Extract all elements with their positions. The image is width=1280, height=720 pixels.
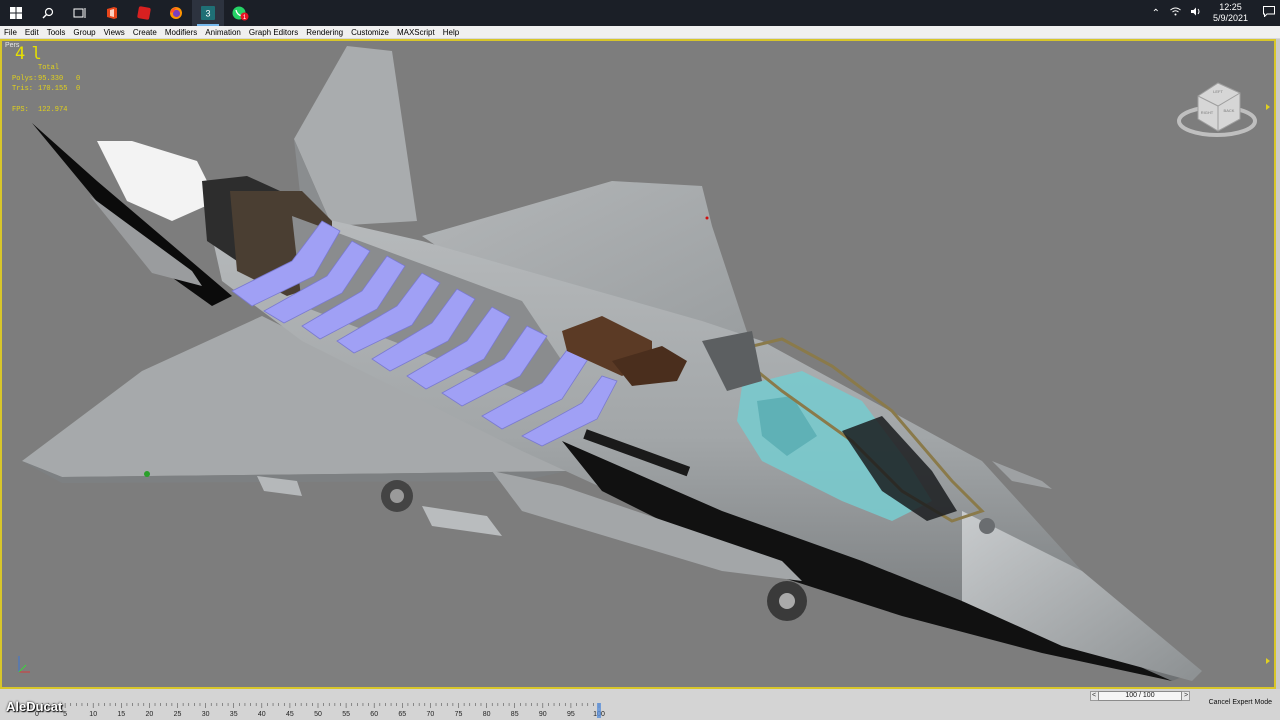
search-icon[interactable] [32, 0, 64, 26]
viewcube-left-label: LEFT [1213, 89, 1223, 94]
menu-help[interactable]: Help [439, 28, 463, 37]
timeline-tick-label: 50 [314, 711, 322, 718]
fps-label: FPS: [12, 105, 29, 114]
menu-graph-editors[interactable]: Graph Editors [245, 28, 302, 37]
timeline-tick-label: 85 [511, 711, 519, 718]
3dsmax-icon[interactable]: 3 [192, 0, 224, 26]
timeline-tick-label: 65 [398, 711, 406, 718]
polys-selected: 0 [76, 74, 81, 83]
stats-total-label: Total [38, 64, 60, 72]
network-icon[interactable] [1170, 7, 1181, 19]
system-tray: ⌃ 12:25 5/9/2021 [1147, 0, 1280, 26]
start-icon[interactable] [0, 0, 32, 26]
axis-tripod-icon [18, 656, 30, 673]
viewcube-back-label: BACK [1224, 108, 1235, 113]
timeline-tick-label: 80 [483, 711, 491, 718]
clock-time: 12:25 [1219, 2, 1242, 12]
timeline-tick-label: 70 [427, 711, 435, 718]
perspective-viewport[interactable]: LEFT RIGHT BACK Pers 4 l Total Polys: 95… [0, 39, 1276, 689]
menu-file[interactable]: File [0, 28, 21, 37]
time-slider-prev[interactable]: < [1090, 691, 1098, 701]
firefox-icon[interactable] [160, 0, 192, 26]
fps-value: 122.974 [38, 105, 68, 114]
volume-icon[interactable] [1190, 7, 1202, 19]
watermark: AleDucat [6, 699, 63, 714]
jet-model-render[interactable]: LEFT RIGHT BACK [2, 41, 1274, 687]
side-scroll-strip[interactable] [1276, 39, 1280, 689]
menu-views[interactable]: Views [100, 28, 129, 37]
cancel-expert-mode-button[interactable]: Cancel Expert Mode [1209, 699, 1272, 706]
track-bar-ticks: 0510152025303540455055606570758085909510… [35, 703, 605, 718]
timeline-tick-label: 20 [146, 711, 154, 718]
viewport-arrow-icon-2 [1266, 658, 1270, 664]
menu-maxscript[interactable]: MAXScript [393, 28, 439, 37]
timeline-tick-label: 90 [539, 711, 547, 718]
clock[interactable]: 12:25 5/9/2021 [1213, 2, 1248, 24]
timeline-tick-label: 35 [230, 711, 238, 718]
viewcube-right-label: RIGHT [1201, 110, 1214, 115]
timeline-tick-label: 75 [455, 711, 463, 718]
timeline-tick-label: 5 [63, 711, 67, 718]
timeline-tick-label: 40 [258, 711, 266, 718]
red-app-icon[interactable] [128, 0, 160, 26]
track-bar[interactable]: 0510152025303540455055606570758085909510… [0, 703, 1195, 720]
timeline-current-frame[interactable] [597, 703, 601, 718]
timeline-tick-label: 95 [567, 711, 575, 718]
tris-selected: 0 [76, 85, 81, 93]
timeline-tick-label: 60 [370, 711, 378, 718]
menu-modifiers[interactable]: Modifiers [161, 28, 201, 37]
menu-edit[interactable]: Edit [21, 28, 43, 37]
menu-tools[interactable]: Tools [43, 28, 70, 37]
menu-animation[interactable]: Animation [201, 28, 245, 37]
clock-date: 5/9/2021 [1212, 13, 1248, 23]
menu-create[interactable]: Create [129, 28, 161, 37]
viewport-arrow-icon [1266, 104, 1270, 110]
timeline-tick-label: 10 [89, 711, 97, 718]
tris-value: 170.155 [38, 85, 68, 93]
gun-port [979, 518, 995, 534]
timeline-area: < 100 / 100 > Cancel Expert Mode 0 5 10 15 2… [0, 689, 1280, 720]
polys-value: 95.330 [38, 74, 64, 83]
time-slider-thumb[interactable]: 100 / 100 [1098, 691, 1182, 701]
task-view-icon[interactable] [64, 0, 96, 26]
frame-counter: 4 l [15, 44, 42, 64]
whatsapp-icon[interactable]: 1 [224, 0, 256, 26]
timeline-tick-label: 30 [202, 711, 210, 718]
menu-rendering[interactable]: Rendering [302, 28, 347, 37]
tip-marker [705, 216, 709, 220]
windows-taskbar: 3 1 ⌃ 12:25 5/9/2021 [0, 0, 1280, 26]
tris-label: Tris: [12, 85, 34, 93]
svg-text:3: 3 [205, 9, 210, 19]
polys-label: Polys: [12, 74, 38, 83]
timeline-tick-label: 55 [342, 711, 350, 718]
pivot-marker [144, 471, 150, 477]
stats-panel: Total Polys: 95.330 0 Tris: 170.155 0 FP… [12, 63, 80, 115]
office-icon[interactable] [96, 0, 128, 26]
menu-customize[interactable]: Customize [347, 28, 393, 37]
timeline-tick-label: 25 [174, 711, 182, 718]
missile-mid [422, 506, 502, 536]
notification-icon[interactable] [1263, 6, 1275, 20]
chevron-up-icon[interactable]: ⌃ [1152, 8, 1160, 19]
viewcube[interactable]: LEFT RIGHT BACK [1177, 82, 1257, 137]
menu-bar: File Edit Tools Group Views Create Modif… [0, 26, 1280, 39]
menu-group[interactable]: Group [69, 28, 99, 37]
timeline-tick-label: 15 [117, 711, 125, 718]
timeline-tick-label: 45 [286, 711, 294, 718]
time-slider-next[interactable]: > [1182, 691, 1190, 701]
